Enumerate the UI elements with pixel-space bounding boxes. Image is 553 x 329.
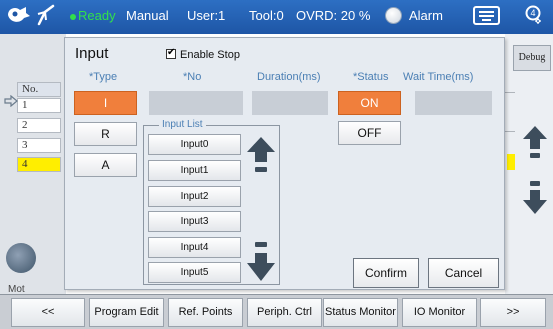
debug-button[interactable]: Debug [513, 45, 551, 71]
row-divider [505, 92, 515, 93]
user-settings-icon[interactable]: 4 [521, 4, 545, 28]
row-number[interactable]: 1 [17, 98, 61, 113]
enable-stop-label: Enable Stop [180, 49, 240, 61]
no-field[interactable] [149, 91, 243, 115]
type-i-button[interactable]: I [74, 91, 137, 115]
cancel-button[interactable]: Cancel [428, 258, 499, 288]
logo-icon [8, 7, 30, 22]
menu-ref-points[interactable]: Ref. Points [168, 298, 243, 327]
input-list-item[interactable]: Input4 [148, 237, 241, 258]
no-column-header: *No [183, 71, 202, 83]
input-list-label: Input List [159, 119, 206, 130]
status-column-header: *Status [353, 71, 389, 83]
pointer-icon [4, 95, 18, 107]
bottom-menu-bar: << Program Edit Ref. Points Periph. Ctrl… [0, 294, 553, 329]
keyboard-icon[interactable] [473, 6, 500, 25]
row-number-header: No. [17, 82, 61, 97]
teach-icon[interactable] [35, 2, 57, 28]
type-a-button[interactable]: A [74, 153, 137, 177]
ready-status: Ready [70, 8, 116, 23]
duration-field[interactable] [252, 91, 328, 115]
row-number[interactable]: 2 [17, 118, 61, 133]
up-arrow-icon[interactable] [522, 125, 548, 161]
motion-icon[interactable] [6, 243, 36, 273]
wait-time-column-header: Wait Time(ms) [403, 71, 474, 83]
down-arrow-icon[interactable] [522, 180, 548, 216]
list-scroll-down-icon[interactable] [246, 241, 276, 283]
menu-next-button[interactable]: >> [480, 298, 546, 327]
input-list-item[interactable]: Input5 [148, 262, 241, 283]
row-number-selected[interactable]: 4 [17, 157, 61, 172]
alarm-label[interactable]: Alarm [409, 8, 443, 23]
list-scroll-up-icon[interactable] [246, 136, 276, 176]
override-indicator[interactable]: OVRD: 20 % [296, 8, 370, 23]
input-dialog: Input Enable Stop *Type *No Duration(ms)… [64, 37, 505, 290]
status-off-button[interactable]: OFF [338, 121, 401, 145]
row-divider [505, 131, 515, 132]
status-bar: Ready Manual User:1 Tool:0 OVRD: 20 % Al… [0, 0, 553, 34]
input-list-item[interactable]: Input0 [148, 134, 241, 155]
menu-periph-ctrl[interactable]: Periph. Ctrl [247, 298, 322, 327]
svg-text:4: 4 [530, 8, 535, 18]
user-indicator[interactable]: User:1 [187, 8, 225, 23]
wait-time-field[interactable] [415, 91, 492, 115]
enable-stop-checkbox[interactable]: Enable Stop [166, 47, 240, 61]
ready-label: Ready [78, 8, 116, 23]
confirm-button[interactable]: Confirm [353, 258, 419, 288]
duration-column-header: Duration(ms) [257, 71, 321, 83]
mode-indicator[interactable]: Manual [126, 8, 169, 23]
tool-indicator[interactable]: Tool:0 [249, 8, 284, 23]
status-on-button[interactable]: ON [338, 91, 401, 115]
alarm-lamp-icon[interactable] [385, 7, 402, 24]
input-list-item[interactable]: Input2 [148, 186, 241, 207]
menu-prev-button[interactable]: << [11, 298, 85, 327]
menu-program-edit[interactable]: Program Edit [89, 298, 164, 327]
selected-row-marker [507, 154, 515, 170]
dialog-title: Input [75, 45, 109, 62]
checkbox-checked-icon[interactable] [166, 47, 176, 59]
type-column-header: *Type [89, 71, 118, 83]
row-number[interactable]: 3 [17, 138, 61, 153]
type-r-button[interactable]: R [74, 122, 137, 146]
menu-io-monitor[interactable]: IO Monitor [402, 298, 477, 327]
input-list-item[interactable]: Input1 [148, 160, 241, 181]
menu-status-monitor[interactable]: Status Monitor [323, 298, 398, 327]
input-list-item[interactable]: Input3 [148, 211, 241, 232]
